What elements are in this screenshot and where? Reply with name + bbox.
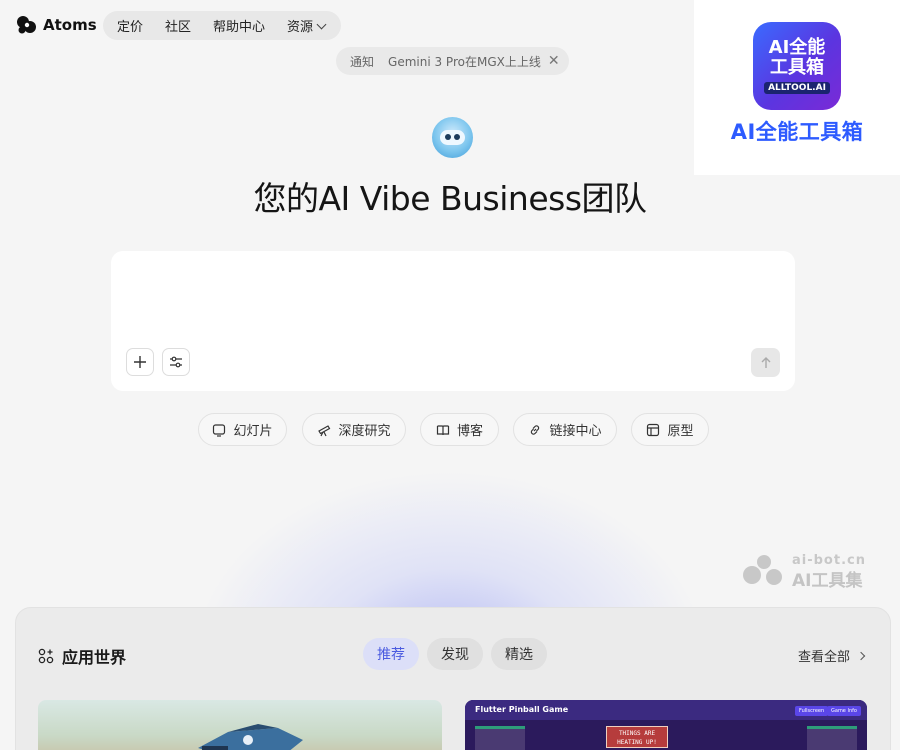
app-world-panel: 应用世界 推荐 发现 精选 查看全部 Flutter Pinball Game …	[15, 607, 891, 750]
notice-tag: 通知	[350, 54, 375, 69]
view-all-label: 查看全部	[798, 650, 851, 665]
watermark-logo-icon	[743, 555, 782, 585]
mascot-eye-right	[454, 134, 460, 140]
promo-app-icon: AI全能 工具箱 ALLTOOL.AI	[753, 22, 841, 110]
slides-icon	[213, 423, 226, 437]
chevron-right-icon	[856, 651, 866, 660]
nav-resources[interactable]: 资源	[287, 16, 327, 35]
mascot-avatar	[432, 117, 473, 158]
chip-link-center[interactable]: 链接中心	[513, 413, 617, 446]
book-icon	[436, 424, 450, 435]
notice-text: Gemini 3 Pro在MGX上上线	[388, 54, 541, 69]
tab-recommended[interactable]: 推荐	[363, 638, 419, 670]
plus-icon	[134, 356, 146, 368]
apps-icon	[38, 648, 54, 664]
telescope-icon	[318, 424, 331, 436]
arrow-up-icon	[761, 356, 770, 368]
tab-featured[interactable]: 精选	[491, 638, 547, 670]
chip-blog[interactable]: 博客	[420, 413, 499, 446]
chevron-down-icon	[316, 19, 327, 30]
sliders-icon	[170, 356, 182, 368]
chip-label: 幻灯片	[233, 424, 273, 439]
app-card-pinball[interactable]: Flutter Pinball Game Fullscreen Game Inf…	[465, 700, 867, 750]
layout-icon	[647, 423, 660, 436]
hero-title: 您的AI Vibe Business团队	[253, 179, 647, 218]
nav-pricing[interactable]: 定价	[117, 16, 143, 35]
card-title: Flutter Pinball Game	[475, 705, 569, 714]
pinball-column-left	[475, 726, 525, 750]
game-info-button[interactable]: Game Info	[827, 706, 861, 716]
brand-logo[interactable]: Atoms	[15, 14, 97, 36]
app-world-tabs: 推荐 发现 精选	[363, 638, 547, 670]
send-button[interactable]	[751, 348, 780, 377]
fullscreen-button[interactable]: Fullscreen	[795, 706, 829, 716]
mascot-face	[440, 130, 465, 145]
promo-caption: AI全能工具箱	[730, 120, 864, 144]
hovercraft-image	[198, 724, 303, 750]
tab-discover[interactable]: 发现	[427, 638, 483, 670]
watermark-name: AI工具集	[792, 571, 863, 591]
view-all-link[interactable]: 查看全部	[798, 646, 866, 665]
add-attachment-button[interactable]	[126, 348, 154, 376]
nav-community[interactable]: 社区	[165, 16, 191, 35]
close-icon[interactable]: ✕	[548, 53, 560, 69]
chip-label: 深度研究	[338, 424, 391, 439]
watermark: ai-bot.cn AI工具集	[740, 553, 885, 591]
promo-ad[interactable]: AI全能 工具箱 ALLTOOL.AI AI全能工具箱	[694, 0, 900, 175]
pinball-column-right	[807, 726, 857, 750]
chip-prototype[interactable]: 原型	[631, 413, 709, 446]
chip-slides[interactable]: 幻灯片	[198, 413, 287, 446]
promo-tile-line1: AI全能	[768, 37, 826, 58]
app-card-racing[interactable]	[38, 700, 442, 750]
nav-resources-label: 资源	[287, 20, 314, 35]
prompt-composer	[111, 251, 795, 391]
prompt-input[interactable]	[127, 265, 777, 345]
settings-button[interactable]	[162, 348, 190, 376]
mascot-eye-left	[445, 134, 451, 140]
top-nav: 定价 社区 帮助中心 资源	[103, 11, 341, 40]
brand-name: Atoms	[43, 16, 97, 34]
chip-label: 链接中心	[549, 424, 602, 439]
atoms-logo-icon	[17, 16, 36, 34]
promo-tile-badge: ALLTOOL.AI	[764, 82, 830, 94]
promo-tile-line2: 工具箱	[770, 57, 824, 78]
app-world-heading: 应用世界	[38, 644, 126, 668]
chip-label: 博客	[456, 424, 483, 439]
chip-deep-research[interactable]: 深度研究	[302, 413, 406, 446]
notice-banner[interactable]: 通知 Gemini 3 Pro在MGX上上线 ✕	[336, 47, 569, 75]
app-world-title: 应用世界	[62, 648, 127, 667]
nav-help-center[interactable]: 帮助中心	[213, 16, 265, 35]
game-sign: THINGS ARE HEATING UP!	[606, 726, 668, 748]
link-icon	[531, 424, 540, 435]
chip-label: 原型	[667, 424, 694, 439]
